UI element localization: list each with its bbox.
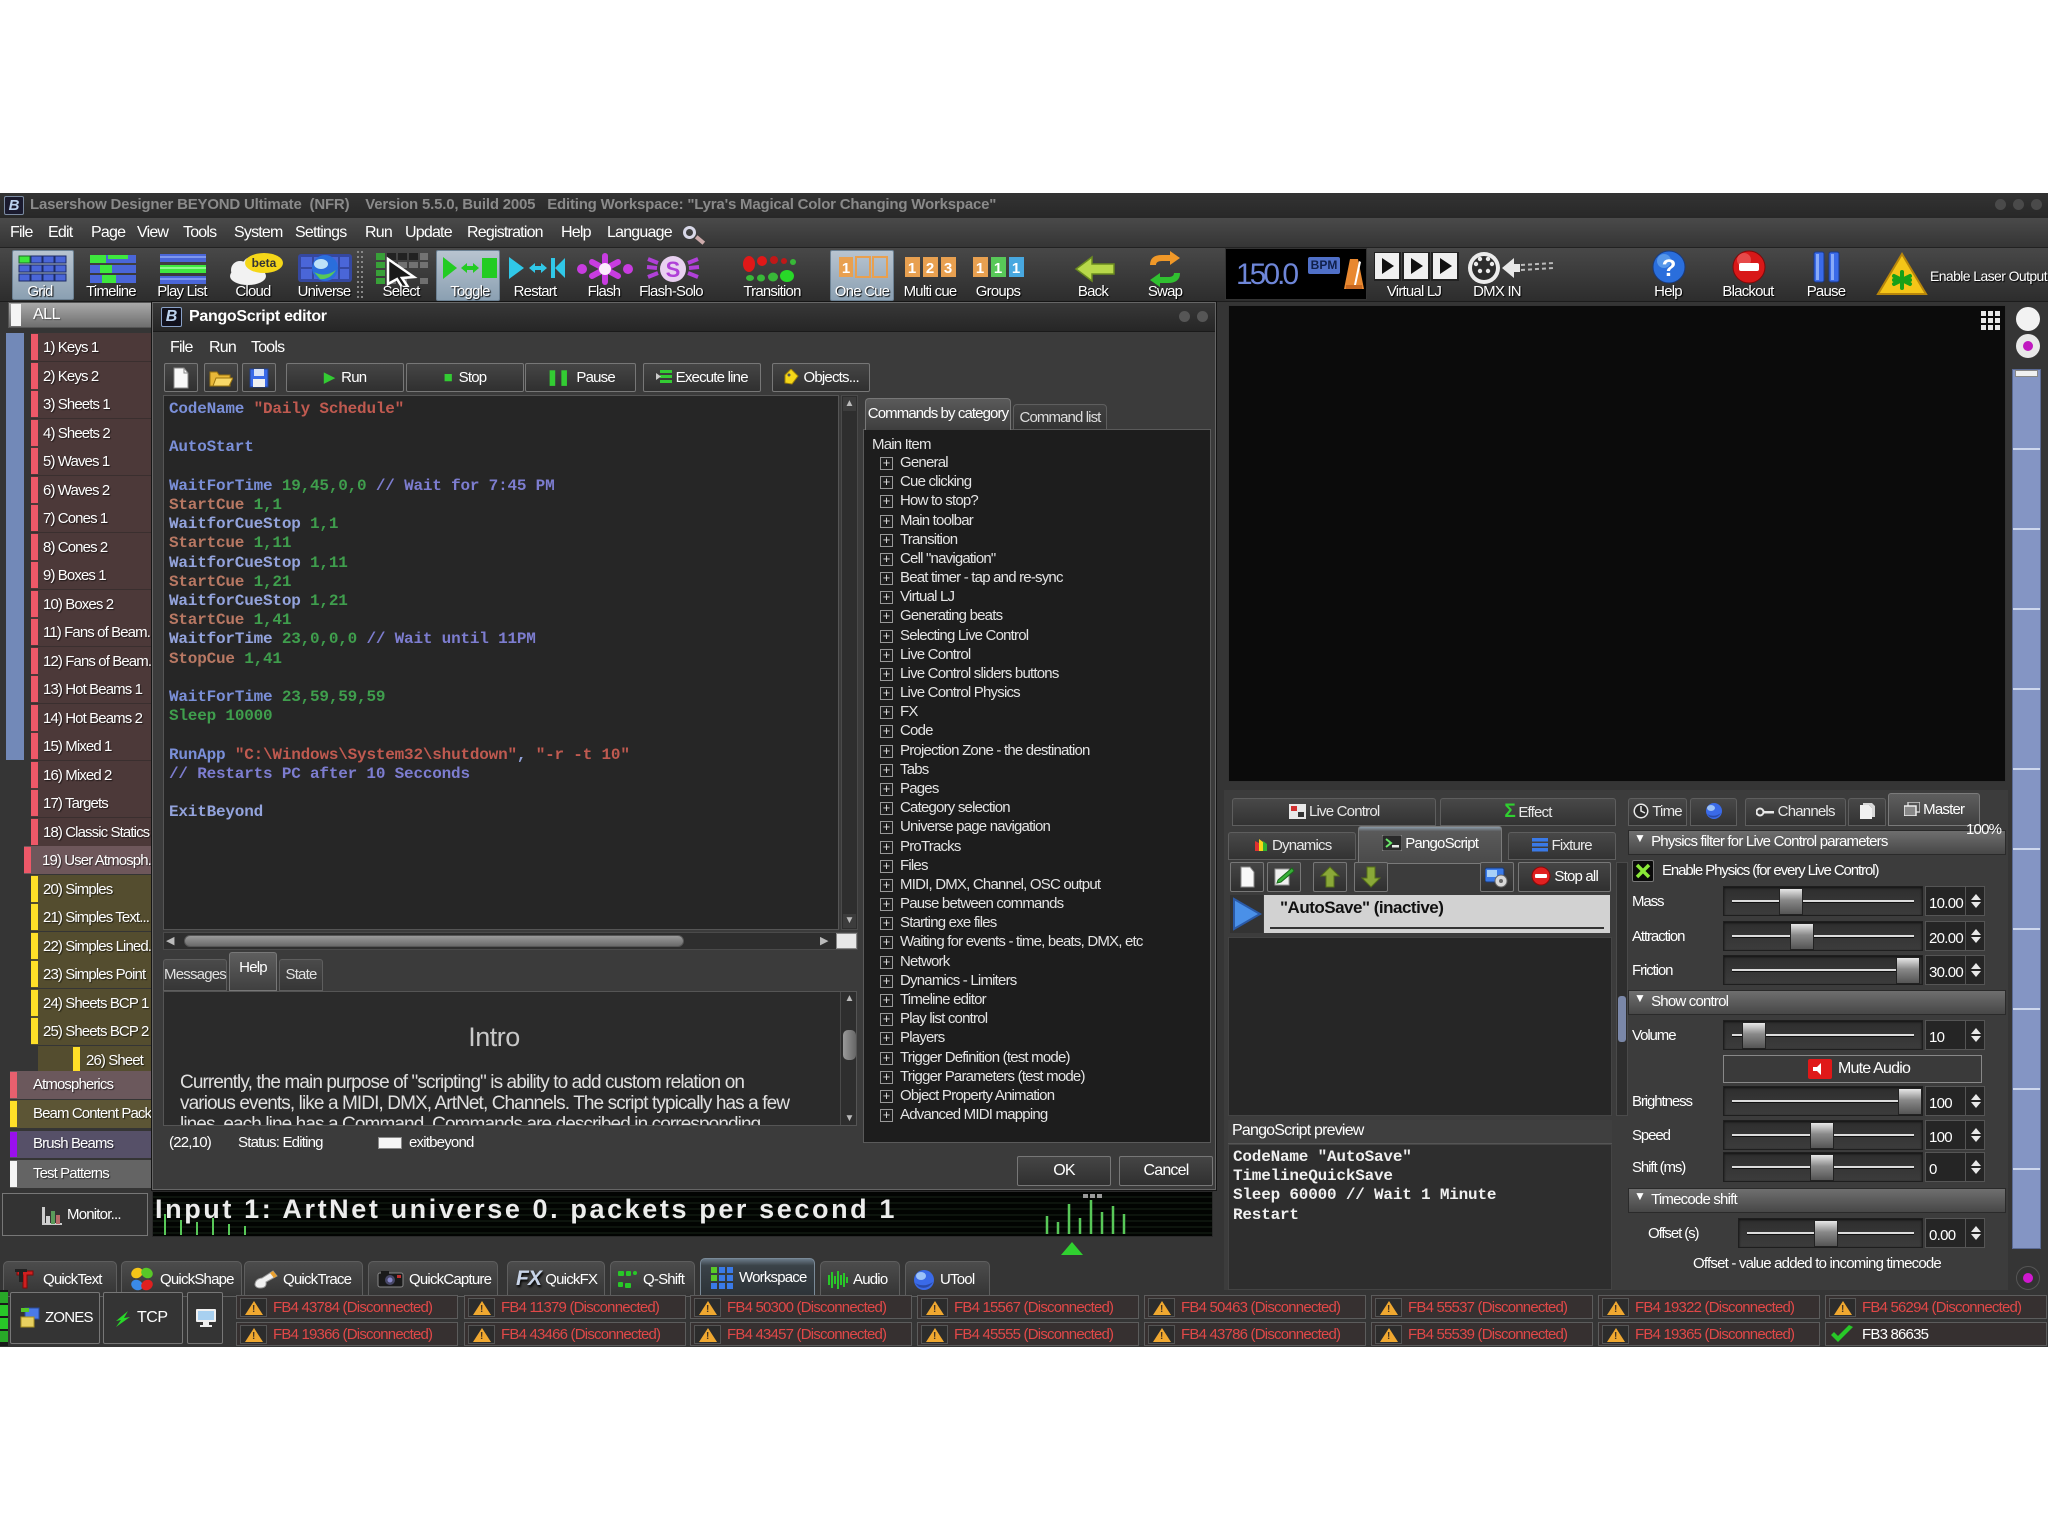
svg-text:3: 3 (944, 260, 952, 277)
svg-text:?: ? (1662, 255, 1677, 282)
svg-text:1: 1 (994, 260, 1002, 277)
svg-text:2: 2 (926, 260, 934, 277)
svg-text:1: 1 (842, 260, 850, 277)
svg-text:1: 1 (1012, 260, 1020, 277)
svg-text:1: 1 (976, 260, 984, 277)
svg-text:beta: beta (252, 256, 277, 270)
svg-text:1: 1 (908, 260, 916, 277)
svg-text:S: S (666, 257, 681, 282)
